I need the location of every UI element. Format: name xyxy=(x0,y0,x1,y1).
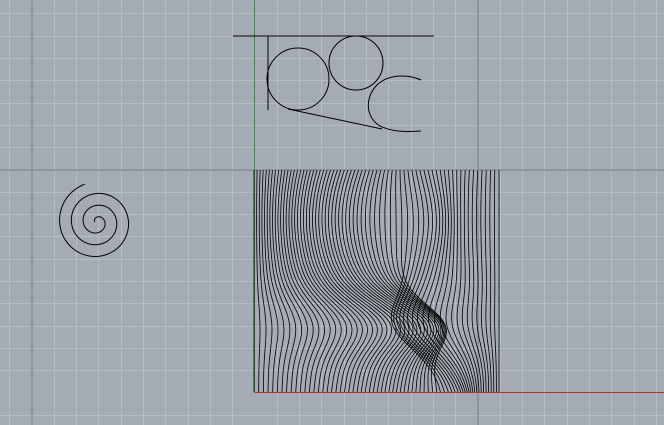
rhino-viewport[interactable] xyxy=(0,0,664,425)
circles-with-tangent-lines[interactable] xyxy=(233,35,434,132)
viewport-canvas[interactable] xyxy=(0,0,664,425)
left-circle[interactable] xyxy=(266,47,330,111)
spiral-curve[interactable] xyxy=(59,183,130,258)
right-circle[interactable] xyxy=(328,35,384,91)
